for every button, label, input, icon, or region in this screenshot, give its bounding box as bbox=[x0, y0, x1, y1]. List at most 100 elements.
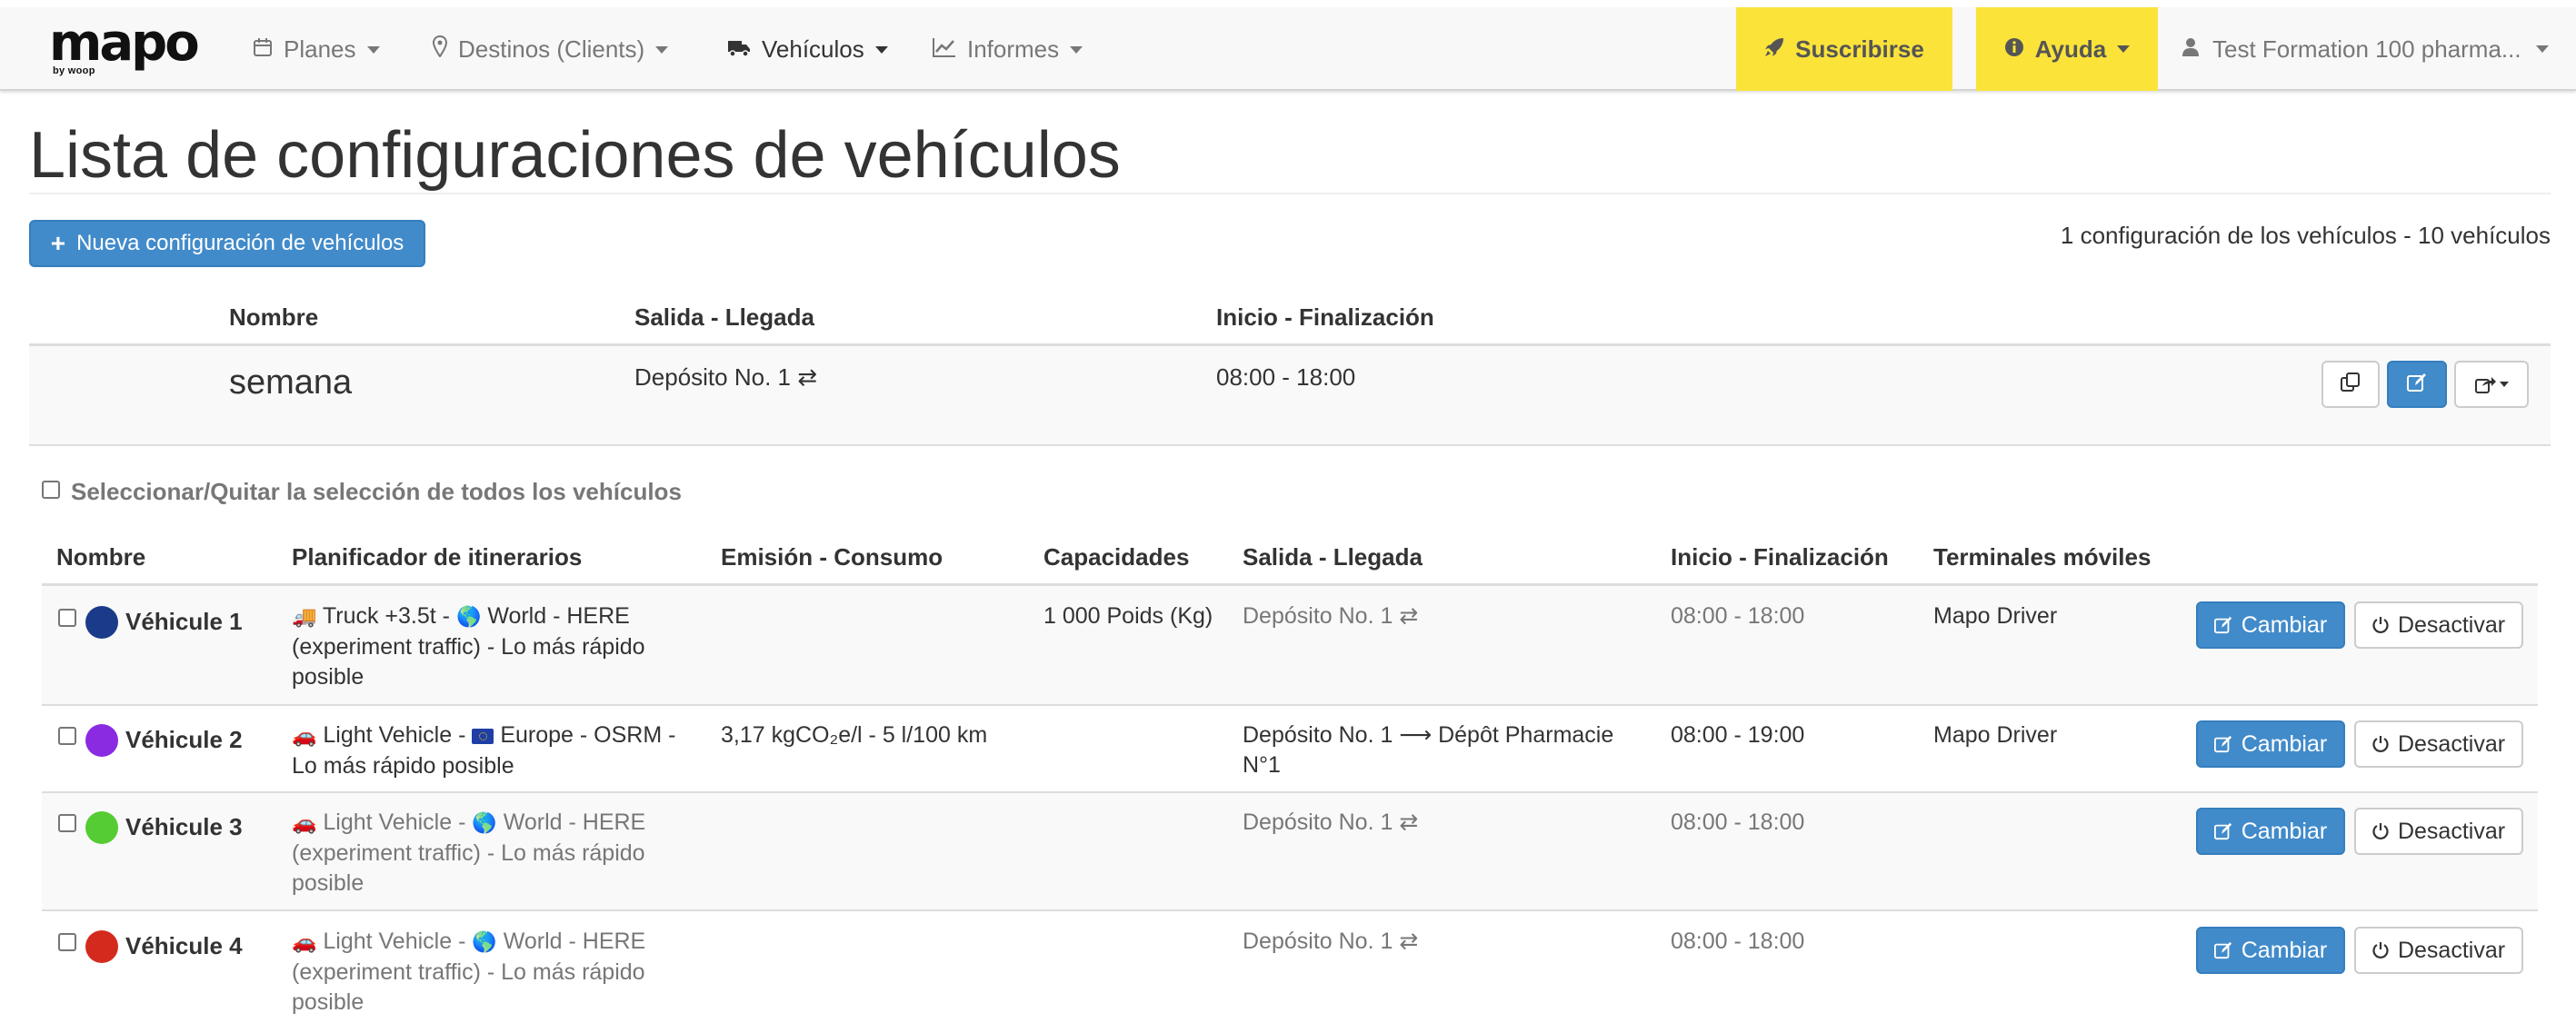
globe-icon: 🌎 bbox=[472, 812, 497, 835]
vehicle-checkbox[interactable] bbox=[58, 814, 76, 832]
vehicle-terminal: Mapo Driver bbox=[1933, 603, 2058, 629]
chevron-down-icon bbox=[1070, 46, 1083, 54]
planner-vehicle-type: Truck +3.5t - bbox=[322, 603, 456, 629]
edit-icon bbox=[2407, 372, 2427, 397]
planner-vehicle-type: Light Vehicle - bbox=[323, 722, 473, 748]
vehicle-inicio: 08:00 - 18:00 bbox=[1671, 809, 1805, 835]
brand-logo[interactable]: mapo by woop bbox=[49, 14, 200, 77]
deactivate-vehicle-button[interactable]: Desactivar bbox=[2354, 927, 2523, 974]
eu-flag-icon bbox=[472, 729, 494, 744]
planner-line-2: (experiment traffic) - Lo más rápido bbox=[292, 840, 645, 866]
user-name: Test Formation 100 pharma... bbox=[2212, 35, 2521, 63]
planner-line-2: (experiment traffic) - Lo más rápido bbox=[292, 959, 645, 985]
vehicle-salida: Depósito No. 1 ⇄ bbox=[1243, 929, 1419, 954]
vehicle-checkbox[interactable] bbox=[58, 609, 76, 627]
edit-icon bbox=[2213, 941, 2232, 959]
edit-config-button[interactable] bbox=[2387, 361, 2447, 408]
power-icon bbox=[2372, 616, 2389, 634]
planner-region: World - HERE bbox=[487, 603, 630, 629]
vehicle-header-nombre: Nombre bbox=[56, 543, 146, 571]
chevron-down-icon bbox=[366, 46, 380, 54]
vehicle-planner: 🚗 Light Vehicle - 🌎 World - HERE (experi… bbox=[292, 927, 692, 1018]
config-summary: 1 configuración de los vehículos - 10 ve… bbox=[2060, 222, 2551, 249]
share-config-menu[interactable] bbox=[2454, 361, 2529, 408]
new-vehicle-config-label: Nueva configuración de vehículos bbox=[76, 231, 404, 255]
vehicle-salida-line-1: Depósito No. 1 ⟶ Dépôt Pharmacie bbox=[1243, 722, 1614, 748]
deactivate-vehicle-button[interactable]: Desactivar bbox=[2354, 808, 2523, 855]
vehicle-color-dot bbox=[85, 724, 118, 757]
vehicle-color-dot bbox=[85, 606, 118, 639]
deactivate-vehicle-button[interactable]: Desactivar bbox=[2354, 720, 2523, 768]
truck-icon bbox=[727, 35, 751, 64]
select-all[interactable]: Seleccionar/Quitar la selección de todos… bbox=[42, 478, 682, 506]
nav-planes[interactable]: Planes bbox=[253, 7, 380, 91]
globe-icon: 🌎 bbox=[455, 606, 482, 629]
vehicle-checkbox[interactable] bbox=[58, 933, 76, 951]
subscribe-button[interactable]: Suscribirse bbox=[1736, 7, 1952, 91]
vehicle-inicio: 08:00 - 18:00 bbox=[1671, 929, 1805, 954]
vehicle-color-dot bbox=[85, 930, 118, 963]
planner-line-2: (experiment traffic) - Lo más rápido bbox=[292, 634, 645, 660]
vehicle-inicio: 08:00 - 19:00 bbox=[1671, 722, 1805, 748]
deactivate-vehicle-button[interactable]: Desactivar bbox=[2354, 601, 2523, 649]
rocket-icon bbox=[1764, 35, 1784, 64]
table-row: Véhicule 3 🚗 Light Vehicle - 🌎 World - H… bbox=[42, 793, 2538, 911]
vehicle-salida: Depósito No. 1 ⇄ bbox=[1243, 809, 1419, 835]
vehicle-checkbox[interactable] bbox=[58, 727, 76, 745]
new-vehicle-config-button[interactable]: + Nueva configuración de vehículos bbox=[29, 220, 425, 267]
help-menu[interactable]: Ayuda bbox=[1976, 7, 2158, 91]
edit-vehicle-button[interactable]: Cambiar bbox=[2196, 927, 2345, 974]
power-icon bbox=[2372, 941, 2389, 959]
map-marker-icon bbox=[432, 35, 448, 64]
vehicle-planner: 🚚 Truck +3.5t - 🌎 World - HERE (experime… bbox=[292, 601, 692, 692]
globe-icon: 🌎 bbox=[472, 931, 497, 954]
nav-vehiculos[interactable]: Vehículos bbox=[727, 7, 888, 91]
nav-informes[interactable]: Informes bbox=[933, 7, 1083, 91]
power-icon bbox=[2372, 822, 2389, 840]
vehicle-header-emision: Emisión - Consumo bbox=[721, 543, 944, 571]
config-header-inicio: Inicio - Finalización bbox=[1216, 303, 1434, 331]
select-all-label: Seleccionar/Quitar la selección de todos… bbox=[71, 478, 682, 505]
page-title: Lista de configuraciones de vehículos bbox=[29, 119, 1121, 192]
vehicle-salida: Depósito No. 1 ⇄ bbox=[1243, 603, 1419, 629]
subscribe-label: Suscribirse bbox=[1795, 35, 1924, 63]
brand-name: mapo bbox=[49, 14, 200, 73]
planner-region: World - HERE bbox=[503, 929, 646, 954]
nav-destinos[interactable]: Destinos (Clients) bbox=[432, 7, 669, 91]
config-salida: Depósito No. 1 ⇄ bbox=[634, 363, 817, 391]
chevron-down-icon bbox=[2535, 45, 2549, 53]
planner-vehicle-type: Light Vehicle - bbox=[323, 929, 473, 954]
plus-icon: + bbox=[50, 229, 66, 257]
info-icon bbox=[2004, 35, 2024, 64]
edit-vehicle-button[interactable]: Cambiar bbox=[2196, 720, 2345, 768]
vehicle-name: Véhicule 1 bbox=[125, 608, 243, 635]
planner-line-3: posible bbox=[292, 989, 364, 1015]
edit-vehicle-button[interactable]: Cambiar bbox=[2196, 601, 2345, 649]
duplicate-config-button[interactable] bbox=[2321, 361, 2380, 408]
planner-vehicle-type: Light Vehicle - bbox=[323, 809, 473, 835]
edit-icon bbox=[2213, 616, 2232, 634]
vehicle-capacity: 1 000 Poids (Kg) bbox=[1043, 603, 1213, 629]
brand-subtitle: by woop bbox=[53, 65, 95, 76]
vehicle-header-inicio: Inicio - Finalización bbox=[1671, 543, 1889, 571]
nav-vehiculos-label: Vehículos bbox=[762, 35, 864, 63]
edit-vehicle-label: Cambiar bbox=[2241, 730, 2328, 757]
edit-vehicle-label: Cambiar bbox=[2241, 937, 2328, 963]
planner-region: Europe - OSRM - bbox=[500, 722, 676, 748]
edit-vehicle-button[interactable]: Cambiar bbox=[2196, 808, 2345, 855]
config-row bbox=[29, 346, 2551, 446]
user-menu[interactable]: Test Formation 100 pharma... bbox=[2182, 7, 2549, 91]
vehicle-header-planificador: Planificador de itinerarios bbox=[292, 543, 583, 571]
title-divider bbox=[29, 193, 2551, 194]
vehicle-inicio: 08:00 - 18:00 bbox=[1671, 603, 1805, 629]
share-icon bbox=[2474, 375, 2509, 393]
car-icon: 🚗 bbox=[292, 725, 317, 748]
vehicle-emission: 3,17 kgCO₂e/l - 5 l/100 km bbox=[721, 722, 988, 748]
help-label: Ayuda bbox=[2034, 35, 2107, 63]
deactivate-vehicle-label: Desactivar bbox=[2397, 818, 2506, 844]
select-all-checkbox[interactable] bbox=[42, 480, 60, 499]
table-row: Véhicule 4 🚗 Light Vehicle - 🌎 World - H… bbox=[42, 911, 2538, 1023]
config-name: semana bbox=[229, 363, 353, 402]
chevron-down-icon bbox=[2499, 382, 2509, 387]
edit-icon bbox=[2213, 822, 2232, 840]
